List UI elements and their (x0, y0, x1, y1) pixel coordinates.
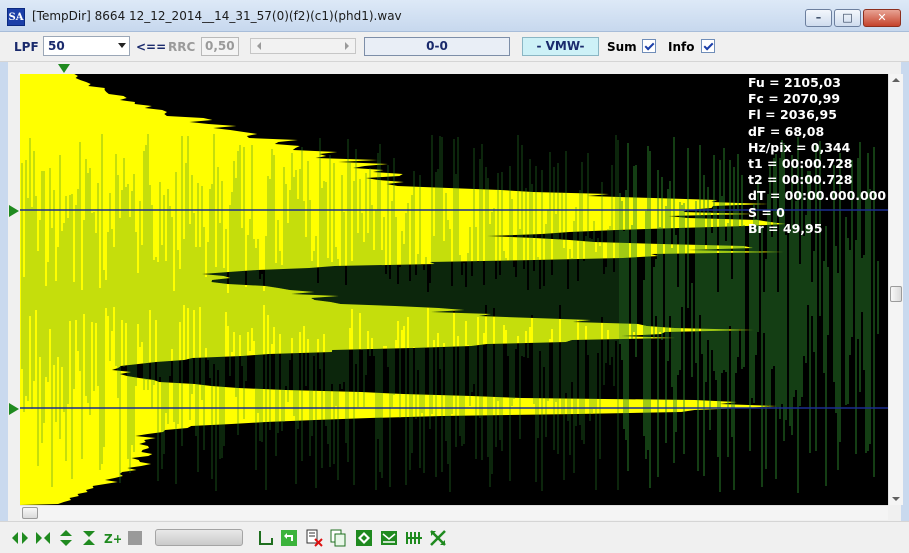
minimize-button[interactable]: – (805, 9, 832, 27)
marker-icon[interactable] (257, 529, 275, 547)
sum-checkbox[interactable] (642, 39, 656, 53)
horizontal-scrollbar[interactable] (20, 505, 888, 520)
window-controls: – □ ✕ (805, 9, 901, 27)
stop-icon[interactable] (126, 529, 144, 547)
playback-progress[interactable] (155, 529, 243, 546)
vertical-scrollbar[interactable] (888, 74, 903, 505)
window-title: [TempDir] 8664 12_12_2014__14_31_57(0)(f… (32, 9, 402, 23)
time-marker-icon[interactable] (58, 64, 70, 73)
info-br: Br = 49,95 (748, 220, 823, 236)
maximize-button[interactable]: □ (834, 9, 861, 27)
fit-vertical-icon[interactable] (80, 529, 98, 547)
info-fu: Fu = 2105,03 (748, 75, 841, 90)
slider-left-arrow-icon[interactable] (257, 42, 261, 50)
maximize-icon: □ (842, 11, 853, 24)
info-dt: dT = 00:00.000.000 (748, 188, 887, 204)
zoom-plus-icon[interactable]: Z+ (103, 529, 121, 547)
info-df: dF = 68,08 (748, 123, 825, 139)
range-display: 0-0 (364, 37, 510, 56)
lpf-value: 50 (48, 39, 65, 53)
chevron-down-icon (118, 43, 126, 48)
info-hz-per-pix: Hz/pix = 0,344 (748, 139, 851, 155)
info-label: Info (668, 40, 695, 54)
sum-label: Sum (607, 40, 637, 54)
apply-arrow-button[interactable]: <== (136, 40, 166, 54)
svg-text:Z+: Z+ (104, 532, 121, 546)
minimize-icon: – (815, 11, 822, 24)
info-fc: Fc = 2070,99 (748, 91, 841, 107)
rrc-slider[interactable] (250, 38, 356, 54)
copy-icon[interactable] (329, 529, 347, 547)
info-fl: Fl = 2036,95 (748, 107, 837, 123)
scroll-up-icon[interactable] (892, 78, 900, 82)
info-t2: t2 = 00:00.728 (748, 172, 853, 188)
comb-filter-icon[interactable] (405, 529, 423, 547)
upper-frequency-marker-icon[interactable] (9, 205, 19, 217)
slider-right-arrow-icon[interactable] (345, 42, 349, 50)
mode-display[interactable]: - VMW- (522, 37, 599, 56)
close-icon: ✕ (877, 11, 887, 24)
envelope-icon[interactable] (380, 529, 398, 547)
bottom-toolbar: Z+ (0, 521, 909, 553)
rrc-label: RRC (168, 40, 196, 54)
lpf-dropdown[interactable]: 50 (43, 36, 130, 56)
app-icon: SA (7, 8, 25, 26)
zoom-horizontal-icon[interactable] (11, 529, 29, 547)
diamond-icon[interactable] (355, 529, 373, 547)
toolbar: LPF 50 <== RRC 0,50 0-0 - VMW- Sum Info (0, 32, 909, 62)
delete-file-icon[interactable] (305, 529, 323, 547)
info-overlay: Fu = 2105,03 Fc = 2070,99 Fl = 2036,95 d… (748, 75, 886, 237)
info-checkbox[interactable] (701, 39, 715, 53)
lpf-label: LPF (14, 40, 39, 54)
undo-icon[interactable] (280, 529, 298, 547)
title-bar: SA [TempDir] 8664 12_12_2014__14_31_57(0… (0, 0, 909, 32)
vertical-scroll-thumb[interactable] (890, 286, 902, 302)
horizontal-scroll-thumb[interactable] (22, 507, 38, 519)
lower-frequency-marker-icon[interactable] (9, 403, 19, 415)
zoom-vertical-icon[interactable] (57, 529, 75, 547)
close-button[interactable]: ✕ (863, 9, 901, 27)
fit-horizontal-icon[interactable] (34, 529, 52, 547)
scroll-down-icon[interactable] (892, 497, 900, 501)
info-s: S = 0 (748, 204, 785, 220)
info-t1: t1 = 00:00.728 (748, 155, 853, 171)
sum-fill (20, 74, 786, 505)
rrc-input[interactable]: 0,50 (201, 37, 239, 56)
split-icon[interactable] (429, 529, 447, 547)
